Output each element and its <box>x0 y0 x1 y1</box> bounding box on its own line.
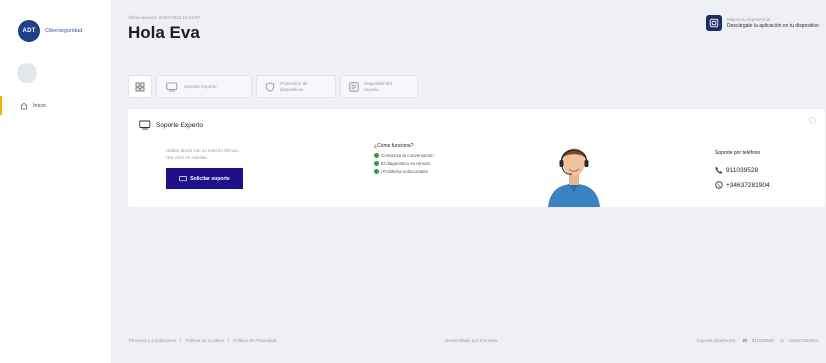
avatar[interactable] <box>17 63 37 83</box>
brand[interactable]: ADT Ciberseguridad <box>0 0 111 42</box>
support-intro: Hablar ahora con un experto técnico. Haz… <box>166 147 240 161</box>
phone-support: Soporte por teléfono 911039528 +34637281… <box>715 150 770 196</box>
sidebar: ADT Ciberseguridad Inicio <box>0 0 112 363</box>
grid-icon <box>135 82 145 91</box>
card-options-icon[interactable] <box>809 117 816 124</box>
support-agent-illustration <box>548 148 600 207</box>
tab-label: Seguridad del usuario <box>364 80 392 92</box>
phone-app-icon <box>706 15 722 31</box>
request-support-label: Solicitar soporte <box>190 175 230 182</box>
brand-label: Ciberseguridad <box>45 28 83 34</box>
how-step: Comienza la conversación <box>374 153 434 158</box>
how-it-works: ¿Cómo funciona? Comienza la conversación… <box>374 143 434 177</box>
check-icon <box>374 169 379 174</box>
footer-developer: Desarrollado por Frontalia <box>445 338 498 343</box>
shield-icon <box>265 81 275 92</box>
card-title-label: Soporte Experto <box>156 121 203 129</box>
whatsapp-link[interactable]: +34637281904 <box>715 181 770 189</box>
page-title: Hola Eva <box>128 23 200 42</box>
footer-links: Términos y Condiciones | Política de Coo… <box>128 338 280 343</box>
tab-proteccion-dispositivos[interactable]: Protección de dispositivos <box>256 75 336 98</box>
whatsapp-number: +34637281904 <box>726 181 770 189</box>
footer-support: Soporte plataforma: ☎ 911039528 ◎ +34637… <box>693 338 818 344</box>
footer: Términos y Condiciones | Política de Coo… <box>128 338 818 344</box>
tab-soporte-experto[interactable]: Soporte Experto <box>156 75 252 98</box>
privacy-link[interactable]: Política de Privacidad <box>233 338 276 343</box>
phone-number: 911039528 <box>726 166 759 174</box>
phone-icon: ☎ <box>742 337 748 343</box>
how-title: ¿Cómo funciona? <box>374 143 414 149</box>
terms-link[interactable]: Términos y Condiciones <box>128 338 176 343</box>
monitor-icon <box>179 175 188 181</box>
intro-line: Hablar ahora con un experto técnico. <box>166 148 240 153</box>
footer-whatsapp[interactable]: +34637281904 <box>788 338 818 343</box>
footer-separator: | <box>227 338 230 343</box>
phone-number-link[interactable]: 911039528 <box>715 166 770 174</box>
phone-support-title: Soporte por teléfono <box>715 150 761 156</box>
app-promo[interactable]: Mejora tu experiencia Descárgate la apli… <box>706 15 819 31</box>
home-icon <box>20 102 28 109</box>
card-title: Soporte Experto <box>139 120 203 130</box>
phone-icon <box>715 166 723 174</box>
monitor-chat-icon <box>166 82 178 91</box>
id-card-icon <box>349 81 359 92</box>
check-icon <box>374 161 379 166</box>
tab-label: Soporte Experto <box>184 83 217 89</box>
adt-logo: ADT <box>18 20 40 42</box>
whatsapp-icon: ◎ <box>779 337 784 343</box>
how-step-label: Comienza la conversación <box>381 153 434 158</box>
last-access: Último acceso: 20/07/2021 16:14:07 <box>128 15 201 20</box>
footer-separator: | <box>180 338 182 343</box>
promo-line2: Descárgate la aplicación en tu dispositi… <box>727 23 819 29</box>
intro-line: Haz click en solicitar. <box>166 155 208 160</box>
check-icon <box>374 153 379 158</box>
tab-label: Protección de dispositivos <box>280 80 308 92</box>
footer-support-label: Soporte plataforma: <box>696 338 737 343</box>
whatsapp-icon <box>715 181 723 189</box>
promo-line1: Mejora tu experiencia <box>727 17 771 22</box>
request-support-button[interactable]: Solicitar soporte <box>166 168 243 189</box>
how-step: El diagnóstico es remoto <box>374 161 434 166</box>
how-step: ¡Problema solucionado! <box>374 169 434 174</box>
how-step-label: El diagnóstico es remoto <box>381 161 431 166</box>
sidebar-item-label: Inicio <box>33 102 46 109</box>
service-tabs: Soporte Experto Protección de dispositiv… <box>128 75 422 98</box>
sidebar-item-inicio[interactable]: Inicio <box>0 96 111 115</box>
tab-seguridad-usuario[interactable]: Seguridad del usuario <box>340 75 418 98</box>
tab-overview[interactable] <box>128 75 152 98</box>
expert-support-card: Soporte Experto Hablar ahora con un expe… <box>128 109 825 207</box>
cookies-link[interactable]: Política de Cookies <box>185 338 224 343</box>
footer-phone[interactable]: 911039528 <box>752 338 774 343</box>
monitor-chat-icon <box>139 120 151 130</box>
how-step-label: ¡Problema solucionado! <box>381 169 429 174</box>
